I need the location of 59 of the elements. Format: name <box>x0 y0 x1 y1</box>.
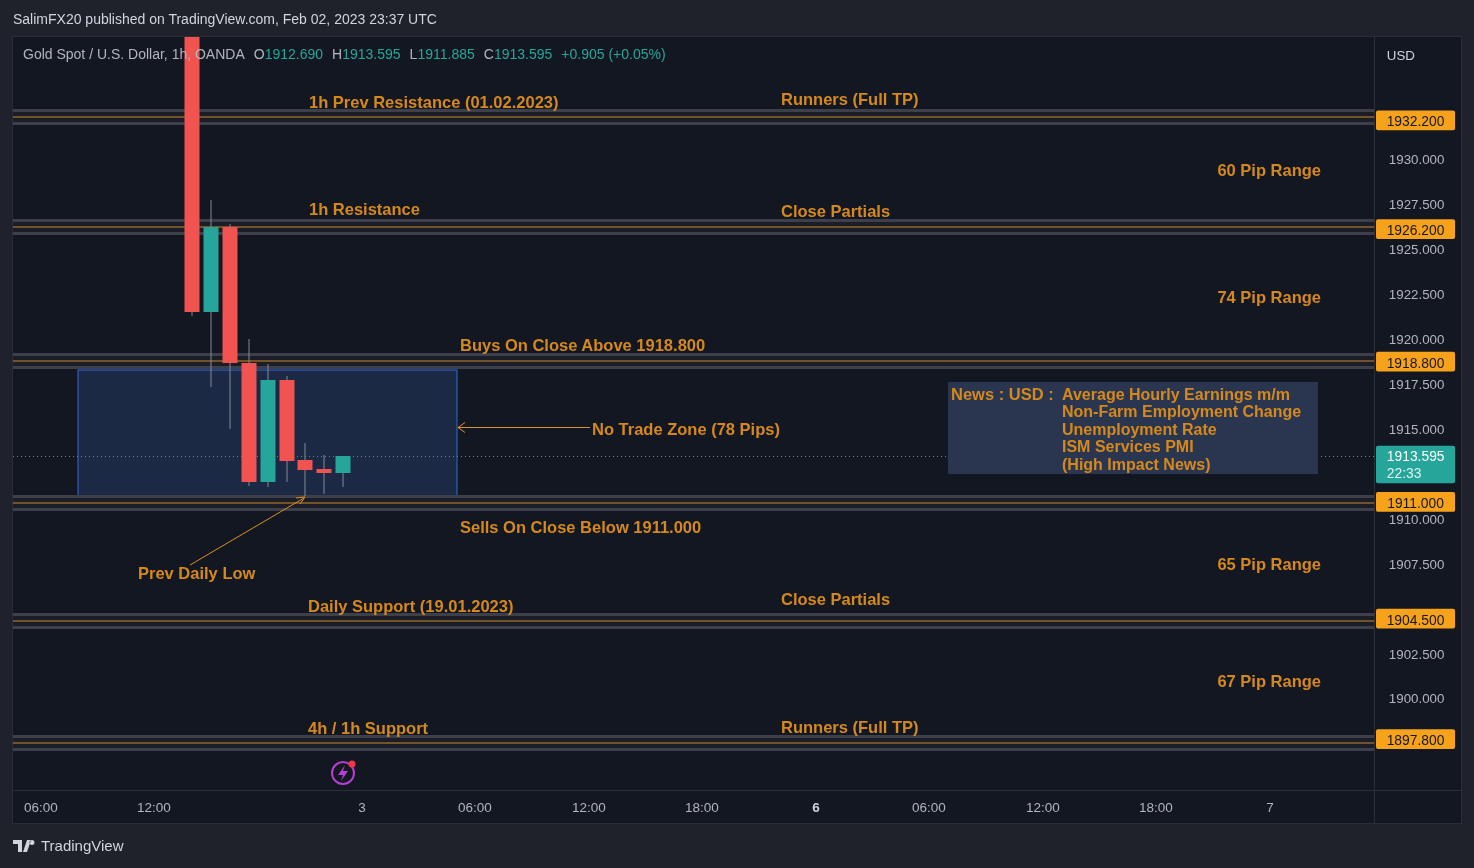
news-label: News : USD : <box>951 385 1054 403</box>
candle <box>297 443 313 496</box>
level-label: 4h / 1h Support <box>308 719 429 737</box>
time-label: 12:00 <box>572 799 606 815</box>
price-label: 1920.000 <box>1388 332 1445 348</box>
level-label: 1h Prev Resistance (01.02.2023) <box>309 93 559 111</box>
price-tag: 1926.200 <box>1376 219 1456 240</box>
brand-name[interactable]: TradingView <box>41 834 124 858</box>
level-label: Runners (Full TP) <box>781 90 919 108</box>
level-label: Close Partials <box>781 202 891 220</box>
current-price-tag: 1913.595 22:33 <box>1376 445 1456 484</box>
price-label: 1922.500 <box>1388 286 1445 302</box>
logo-icon[interactable] <box>13 840 37 852</box>
price-tag: 1932.200 <box>1376 110 1456 131</box>
time-label: 12:00 <box>137 799 171 815</box>
time-label: 18:00 <box>1139 799 1173 815</box>
price-label: 1917.500 <box>1388 376 1445 392</box>
lightning-icon[interactable] <box>331 760 356 785</box>
time-label: 7 <box>1266 799 1274 815</box>
price-tag: 1897.800 <box>1376 729 1456 750</box>
level-label: Close Partials <box>781 590 891 608</box>
level-label: Runners (Full TP) <box>781 718 919 736</box>
price-label: 1930.000 <box>1388 152 1445 168</box>
range-label: 65 Pip Range <box>1217 555 1321 573</box>
range-label: 60 Pip Range <box>1217 161 1321 179</box>
time-label: 18:00 <box>685 799 719 815</box>
news-item: ISM Services PMI <box>1062 438 1194 456</box>
price-label: 1902.500 <box>1388 646 1445 662</box>
price-label: 1910.000 <box>1388 512 1445 528</box>
price-label: 1900.000 <box>1388 691 1445 707</box>
time-label: 12:00 <box>1026 799 1060 815</box>
price-tag: 1911.000 <box>1376 492 1456 512</box>
time-label: 6 <box>812 799 820 815</box>
level-label: Sells On Close Below 1911.000 <box>460 518 702 536</box>
news-item: Non-Farm Employment Change <box>1062 403 1302 421</box>
range-label: 74 Pip Range <box>1217 288 1321 306</box>
price-label: 1925.000 <box>1388 242 1445 258</box>
time-label: 06:00 <box>24 799 58 815</box>
currency-label: USD <box>1386 47 1415 63</box>
range-label: 67 Pip Range <box>1217 672 1321 690</box>
price-label: 1927.500 <box>1388 196 1445 212</box>
annotation-label: Prev Daily Low <box>138 564 256 582</box>
news-item: Unemployment Rate <box>1062 420 1217 438</box>
time-label: 06:00 <box>912 799 946 815</box>
time-label: 3 <box>358 799 366 815</box>
price-label: 1907.500 <box>1388 556 1445 572</box>
news-item: (High Impact News) <box>1062 455 1211 473</box>
publish-info: SalimFX20 published on TradingView.com, Feb 02, 2023 23:37 UTC <box>12 10 438 29</box>
price-tag: 1904.500 <box>1376 608 1456 629</box>
candle <box>335 456 351 487</box>
level-label: Buys On Close Above 1918.800 <box>460 336 706 354</box>
news-item: Average Hourly Earnings m/m <box>1062 385 1290 403</box>
price-tag: 1918.800 <box>1376 351 1456 372</box>
time-label: 06:00 <box>458 799 492 815</box>
zone-label: No Trade Zone (78 Pips) <box>592 420 780 438</box>
price-label: 1915.000 <box>1388 422 1445 438</box>
level-label: Daily Support (19.01.2023) <box>308 597 514 615</box>
level-label: 1h Resistance <box>309 200 420 218</box>
candle <box>316 455 332 494</box>
